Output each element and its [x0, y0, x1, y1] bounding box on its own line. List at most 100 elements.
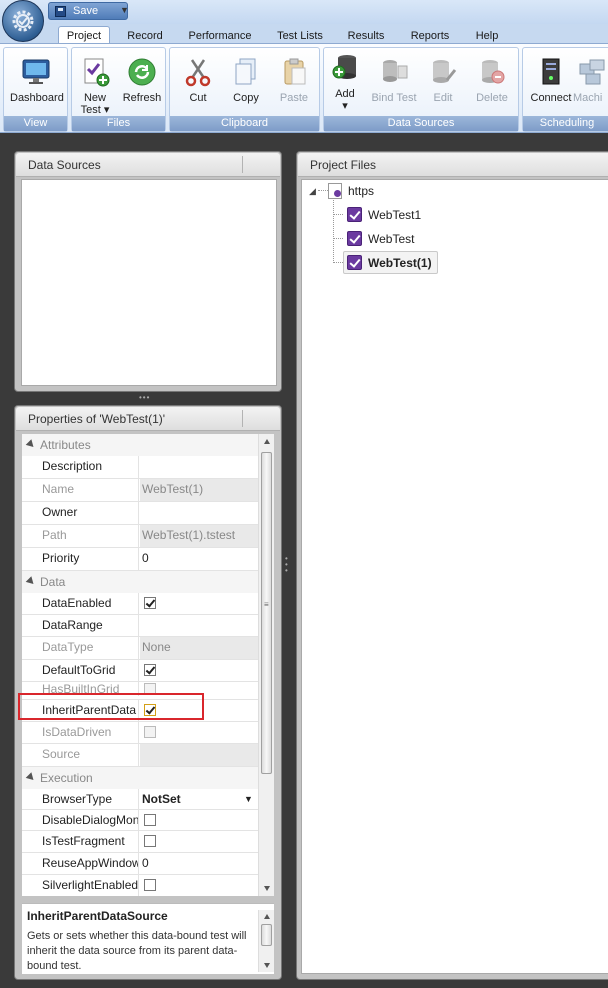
scroll-up-icon[interactable]: [263, 439, 270, 444]
collapse-triangle-icon[interactable]: [25, 576, 37, 587]
property-row-reuse-app-window[interactable]: ReuseAppWindow 0: [22, 853, 258, 875]
property-row-path[interactable]: Path WebTest(1).tstest: [22, 525, 258, 548]
property-value: WebTest(1).tstest: [140, 525, 258, 547]
property-row-disable-dialog-monitoring[interactable]: DisableDialogMon: [22, 810, 258, 831]
data-enabled-checkbox[interactable]: [144, 597, 156, 609]
property-value[interactable]: [140, 456, 258, 478]
property-name: Description: [42, 456, 139, 478]
property-value: [140, 810, 258, 830]
properties-panel-title: Properties of 'WebTest(1)': [28, 412, 166, 426]
tree-collapse-icon[interactable]: ◢: [309, 186, 316, 197]
machines-button[interactable]: Machi: [573, 52, 608, 114]
panel-splitter-grip[interactable]: •••: [139, 394, 157, 402]
copy-button[interactable]: Copy: [220, 52, 272, 114]
dashboard-label: Dashboard: [10, 92, 64, 104]
chevron-down-icon[interactable]: ▼: [244, 794, 253, 804]
data-sources-list[interactable]: [21, 179, 277, 386]
web-test-icon: [347, 231, 362, 246]
property-name: ReuseAppWindow: [42, 853, 139, 874]
property-row-browser-type[interactable]: BrowserType NotSet ▼: [22, 789, 258, 810]
paste-button[interactable]: Paste: [268, 52, 320, 114]
connect-button[interactable]: Connect: [525, 52, 577, 114]
project-files-panel-title: Project Files: [310, 158, 377, 172]
project-files-tree[interactable]: [301, 179, 608, 974]
property-value[interactable]: 0: [140, 548, 258, 570]
property-row-owner[interactable]: Owner: [22, 502, 258, 525]
property-row-priority[interactable]: Priority 0: [22, 548, 258, 571]
add-data-source-button[interactable]: Add ▾: [322, 52, 368, 114]
property-row-data-enabled[interactable]: DataEnabled: [22, 593, 258, 615]
bind-test-label: Bind Test: [371, 92, 417, 104]
application-menu-button[interactable]: [2, 0, 44, 42]
ribbon-group-clipboard: Cut Copy Paste Clipboard: [169, 47, 320, 132]
highlight-rectangle: [18, 693, 204, 720]
header-divider: [242, 410, 243, 427]
default-to-grid-checkbox[interactable]: [144, 664, 156, 676]
description-text: Gets or sets whether this data-bound tes…: [27, 930, 247, 972]
is-test-fragment-checkbox[interactable]: [144, 835, 156, 847]
property-row-is-test-fragment[interactable]: IsTestFragment: [22, 831, 258, 853]
ribbon-group-files: New Test ▾ Refresh Files: [71, 47, 166, 132]
scrollbar-thumb[interactable]: [261, 924, 272, 946]
property-row-source[interactable]: Source: [22, 744, 258, 767]
category-data[interactable]: Data: [22, 571, 258, 593]
collapse-triangle-icon[interactable]: [25, 772, 37, 783]
property-name: IsDataDriven: [42, 722, 139, 743]
property-value: [140, 660, 258, 681]
copy-icon: [230, 56, 262, 88]
category-execution[interactable]: Execution: [22, 767, 258, 789]
quick-access-dropdown-icon[interactable]: ▼: [120, 5, 129, 15]
property-row-name[interactable]: Name WebTest(1): [22, 479, 258, 502]
property-grid-scrollbar[interactable]: ≡: [258, 434, 274, 896]
vertical-splitter-grip[interactable]: • • •: [285, 555, 290, 576]
project-folder-icon: [328, 183, 342, 199]
new-test-icon: [79, 56, 111, 88]
ribbon-group-scheduling: Connect Machi Scheduling: [522, 47, 608, 132]
dashboard-button[interactable]: Dashboard: [10, 52, 64, 114]
new-test-button[interactable]: New Test ▾: [72, 52, 118, 116]
cut-label: Cut: [189, 92, 207, 104]
group-label-clipboard: Clipboard: [170, 116, 319, 131]
delete-data-source-button[interactable]: Delete: [468, 52, 516, 114]
group-label-scheduling: Scheduling: [523, 116, 608, 131]
data-sources-panel-title: Data Sources: [28, 158, 101, 172]
tree-line: [318, 190, 328, 191]
scroll-up-icon[interactable]: [263, 914, 270, 919]
quick-save-button[interactable]: Save: [48, 2, 128, 20]
property-row-is-data-driven[interactable]: IsDataDriven: [22, 722, 258, 744]
properties-panel-header: Properties of 'WebTest(1)': [16, 407, 280, 431]
cut-button[interactable]: Cut: [172, 52, 224, 114]
disable-dialog-monitoring-checkbox[interactable]: [144, 814, 156, 826]
property-row-data-range[interactable]: DataRange: [22, 615, 258, 637]
property-row-default-to-grid[interactable]: DefaultToGrid: [22, 660, 258, 682]
property-row-silverlight-enabled[interactable]: SilverlightEnabled: [22, 875, 258, 896]
ribbon-group-view: Dashboard View: [3, 47, 68, 132]
property-name: DataEnabled: [42, 593, 139, 614]
property-row-description[interactable]: Description: [22, 456, 258, 479]
property-value[interactable]: [140, 502, 258, 524]
scrollbar-thumb[interactable]: ≡: [261, 452, 272, 774]
property-name: Path: [42, 525, 139, 547]
property-value[interactable]: 0: [140, 853, 258, 874]
collapse-triangle-icon[interactable]: [25, 439, 37, 450]
category-attributes[interactable]: Attributes: [22, 434, 258, 456]
bind-test-button[interactable]: Bind Test: [368, 52, 420, 114]
scroll-down-icon[interactable]: [263, 963, 270, 968]
browser-type-select[interactable]: NotSet: [140, 789, 258, 809]
property-row-data-type[interactable]: DataType None: [22, 637, 258, 660]
refresh-button[interactable]: Refresh: [116, 52, 168, 114]
description-scrollbar[interactable]: [258, 910, 274, 972]
property-value: [140, 875, 258, 896]
paste-label: Paste: [279, 92, 309, 104]
edit-data-source-button[interactable]: Edit: [420, 52, 466, 114]
scissors-icon: [182, 56, 214, 88]
scroll-down-icon[interactable]: [263, 886, 270, 891]
silverlight-enabled-checkbox[interactable]: [144, 879, 156, 891]
project-files-panel-header: Project Files: [298, 153, 608, 177]
data-sources-panel: Data Sources: [14, 151, 282, 392]
property-value[interactable]: [140, 615, 258, 636]
refresh-icon: [126, 56, 158, 88]
property-name: Name: [42, 479, 139, 501]
property-grid[interactable]: Attributes Description Name WebTest(1) Ow…: [22, 434, 258, 896]
project-files-panel: Project Files: [296, 151, 608, 980]
